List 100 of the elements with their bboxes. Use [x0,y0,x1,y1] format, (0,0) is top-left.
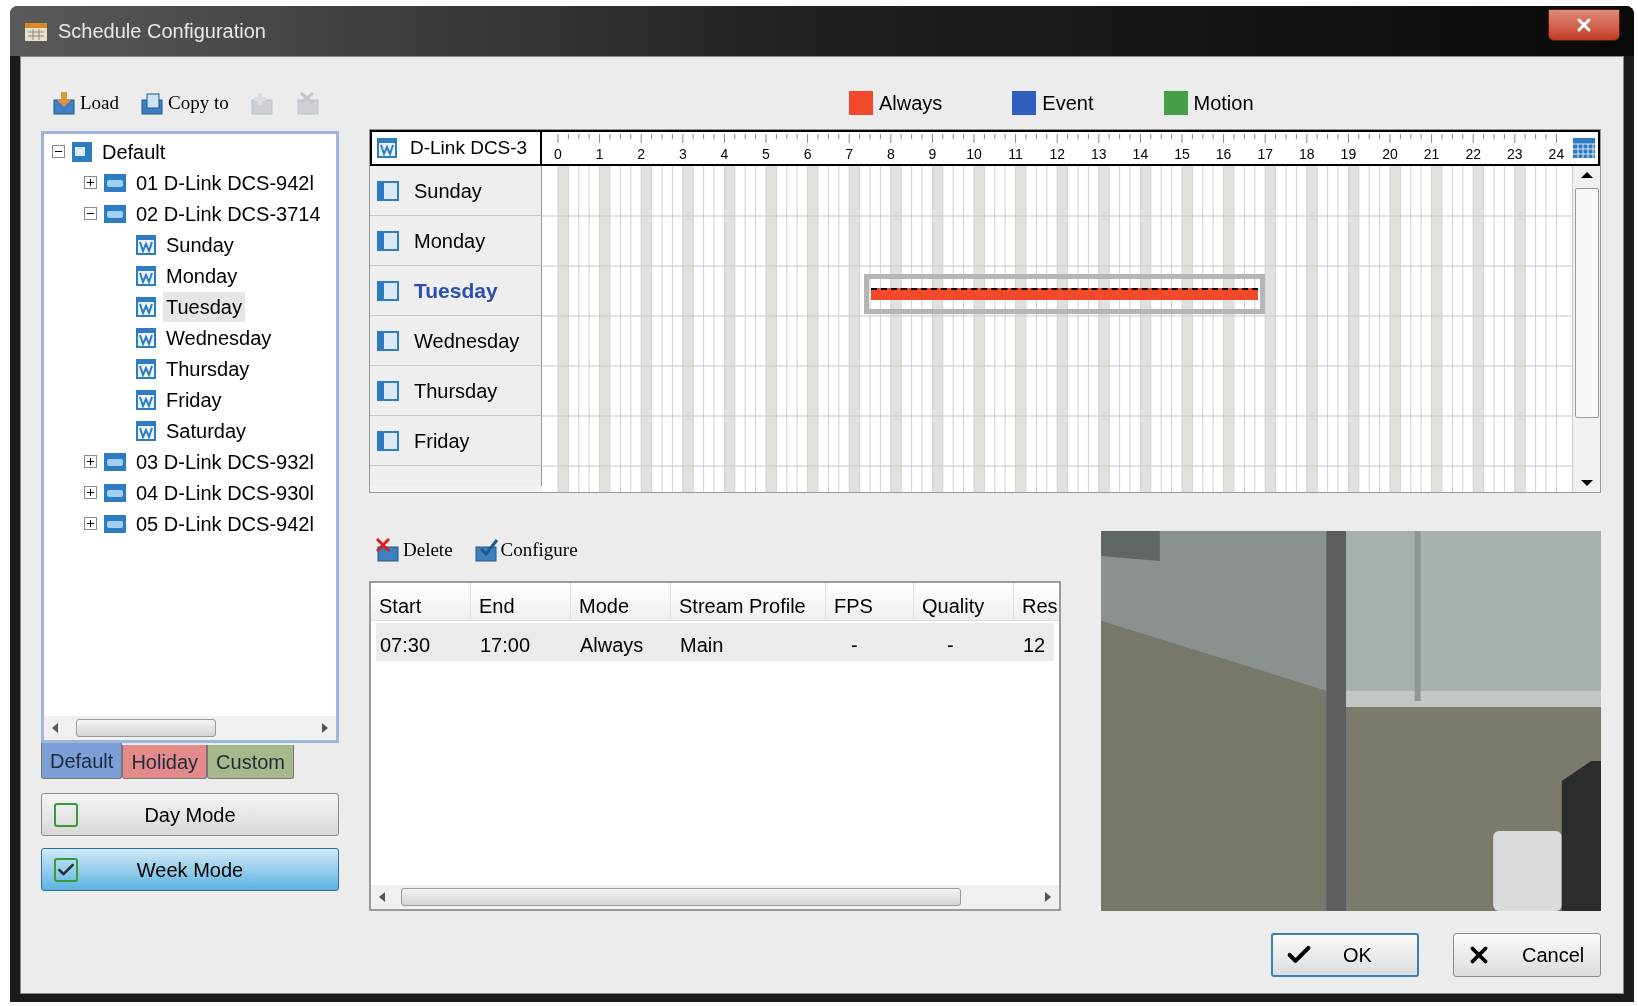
tree-item[interactable]: 03 D-Link DCS-932l [133,446,317,477]
hour-label: 14 [1132,145,1149,164]
tree-item[interactable]: 01 D-Link DCS-942l [133,167,317,198]
device-icon [103,203,127,224]
expand-toggle[interactable] [84,455,97,468]
day-icon [376,429,400,452]
action-button[interactable]: Configure [472,535,578,565]
schedule-icon [71,140,93,163]
tree-item[interactable]: 04 D-Link DCS-930l [133,477,317,508]
tree-item[interactable]: Friday [163,384,225,415]
copy-icon [139,90,166,116]
column-header[interactable]: Stream Profile [671,583,826,620]
hour-label: 24 [1548,145,1565,164]
tree-item[interactable]: Wednesday [163,322,275,353]
legend-label: Always [879,91,943,116]
mode-button[interactable]: Day Mode [41,793,339,836]
table-cell-text: - [946,633,955,658]
device-icon [103,482,127,503]
column-header[interactable]: Quality [914,583,1014,620]
table-cell-text: 12 [1022,633,1047,658]
table-cell-text: Always [579,633,645,658]
hour-label: 11 [1008,145,1023,164]
table-cell-text: Main [679,633,725,658]
table-cell-text: - [850,633,859,658]
hour-label: 18 [1299,145,1315,164]
vertical-scrollbar[interactable] [1572,166,1600,492]
day-icon [376,329,400,352]
hour-label: 4 [720,145,729,164]
hour-label: 7 [845,145,854,164]
ok-button[interactable]: OK [1271,933,1419,977]
weekday-icon [135,388,157,411]
checked-folder-icon [472,537,499,563]
schedule-tab[interactable]: Holiday [122,745,208,779]
window-title: Schedule Configuration [58,19,266,44]
tree-item[interactable]: 05 D-Link DCS-942l [133,508,317,539]
hour-label: 9 [928,145,937,164]
weekday-icon [135,419,157,442]
horizontal-scrollbar[interactable] [371,885,1059,909]
close-button[interactable] [1548,9,1620,41]
collapse-toggle[interactable] [52,145,65,158]
hour-label: 6 [803,145,812,164]
device-icon [103,172,127,193]
column-header[interactable]: Mode [571,583,671,620]
column-header[interactable]: FPS [826,583,914,620]
schedule-block[interactable] [864,274,1266,314]
tree-item[interactable]: Saturday [163,415,250,446]
grid-view-icon [1572,137,1596,159]
weekday-icon [135,326,157,349]
tree-item[interactable]: Sunday [163,229,237,260]
hour-label: 5 [762,145,770,164]
legend-label: Event [1042,91,1094,116]
hour-label: 17 [1257,145,1273,164]
weekday-icon [135,357,157,380]
hour-label: 13 [1091,145,1107,164]
collapse-toggle[interactable] [84,207,97,220]
checkbox [54,803,78,827]
day-icon [376,379,400,402]
tree-item[interactable]: 02 D-Link DCS-3714 [133,198,324,229]
toolbar-button[interactable]: Copy to [139,88,229,118]
schedule-tab[interactable]: Custom [207,745,294,779]
tree-item[interactable]: Monday [163,260,241,291]
action-button[interactable]: Delete [375,535,453,565]
hour-label: 0 [554,145,562,164]
download-tray-icon [51,90,77,116]
remove-folder-icon [294,90,321,116]
legend-label: Motion [1193,91,1254,116]
hour-label: 23 [1507,145,1523,164]
table-row[interactable]: 07:30 17:00 Always Main - - 12 [376,623,1054,661]
tree-item[interactable]: Tuesday [163,291,245,322]
hour-label: 21 [1423,145,1440,164]
hour-label: 8 [886,145,895,164]
hour-label: 3 [678,145,687,164]
tree-item[interactable]: Thursday [163,353,253,384]
expand-toggle[interactable] [84,517,97,530]
day-icon [376,279,400,302]
hour-label: 16 [1215,145,1232,164]
tree-item[interactable]: Default [99,136,169,167]
hour-label: 1 [595,145,604,164]
weekday-icon [135,233,157,256]
expand-toggle[interactable] [84,486,97,499]
hour-label: 22 [1465,145,1481,164]
cancel-button[interactable]: Cancel [1453,933,1601,977]
mode-button[interactable]: Week Mode [41,848,339,891]
device-icon [103,451,127,472]
column-header[interactable]: Start [371,583,471,620]
day-icon [376,229,400,252]
schedule-tab[interactable]: Default [41,743,123,779]
delete-icon [375,537,401,563]
camera-label: D-Link DCS-3 [410,135,528,160]
hour-label: 20 [1382,145,1398,164]
hour-label: 10 [966,145,982,164]
column-header[interactable]: End [471,583,571,620]
toolbar-button[interactable]: Load [51,88,120,118]
hour-label: 15 [1174,145,1190,164]
hour-label: 2 [637,145,646,164]
expand-toggle[interactable] [84,176,97,189]
horizontal-scrollbar[interactable] [44,716,336,740]
day-icon [376,179,400,202]
table-cell-text: 17:00 [479,633,532,658]
weekday-icon [376,137,398,159]
